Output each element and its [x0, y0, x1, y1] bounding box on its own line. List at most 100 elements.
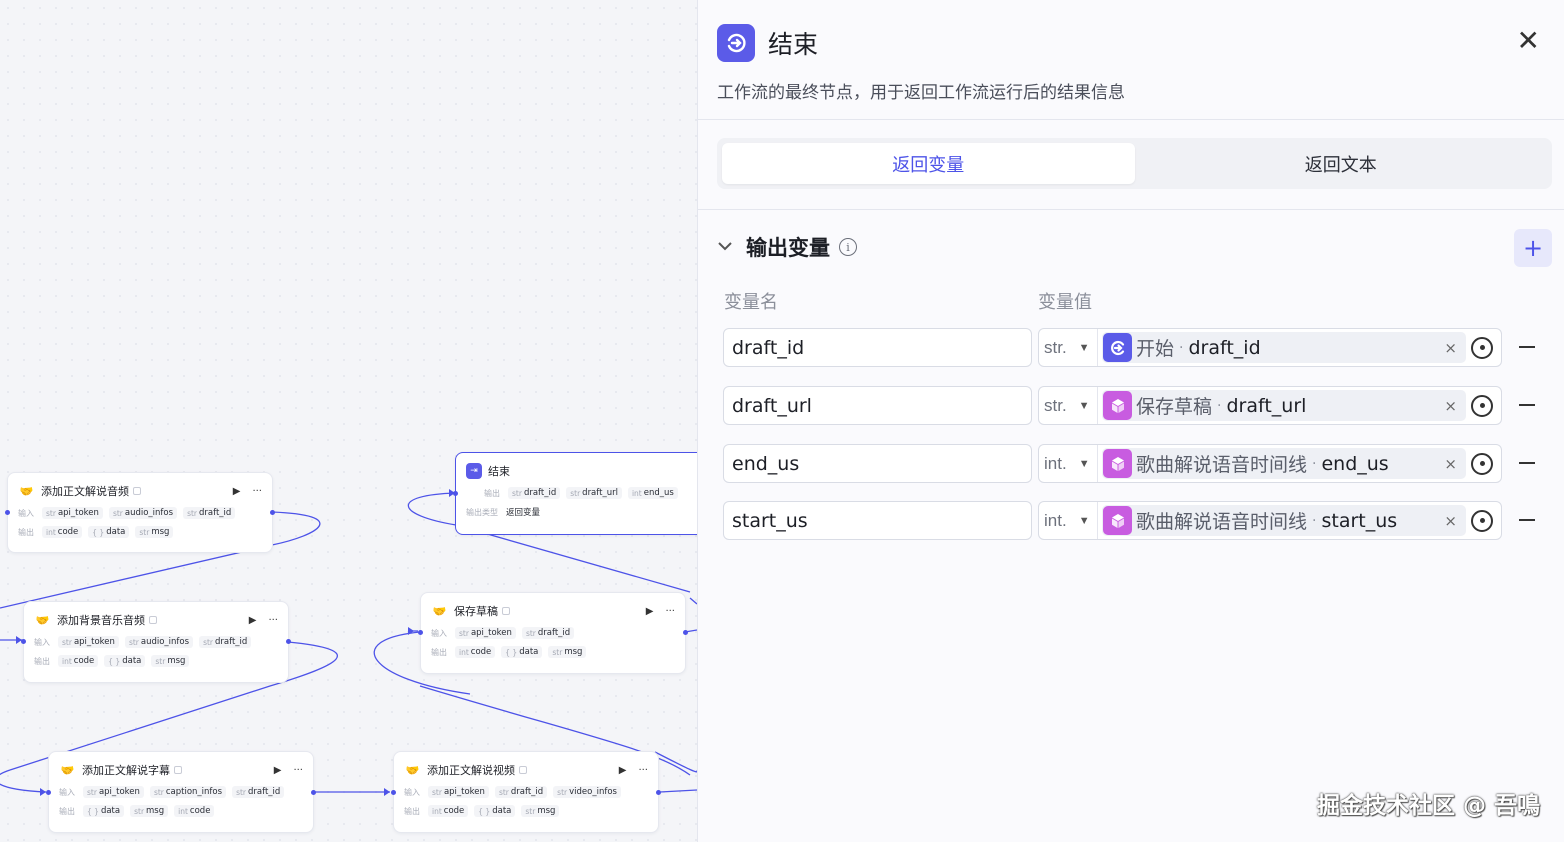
- more-icon[interactable]: ···: [252, 486, 262, 497]
- workflow-canvas[interactable]: 🤝 添加正文解说音频 ▶ ··· 输入 str api_token str audio…: [0, 0, 697, 842]
- tab-return-text[interactable]: 返回文本: [1135, 143, 1548, 184]
- output-port[interactable]: [270, 510, 275, 515]
- variable-name-input[interactable]: [723, 501, 1032, 540]
- clear-reference-icon[interactable]: ×: [1444, 455, 1457, 473]
- more-icon[interactable]: ···: [268, 615, 278, 626]
- clear-reference-icon[interactable]: ×: [1444, 339, 1457, 357]
- param-tag: str draft_id: [508, 487, 561, 499]
- workflow-node-add-narration-caption[interactable]: 🤝 添加正文解说字幕 ▶ ··· 输入 str api_token str capti…: [46, 751, 316, 833]
- output-variables-header[interactable]: 输出变量 i: [718, 232, 857, 262]
- workflow-node-add-bgm-audio[interactable]: 🤝 添加背景音乐音频 ▶ ··· 输入 str api_token str audio…: [21, 601, 291, 683]
- node-inputs: 输入 str api_token str draft_id str video_inf…: [404, 786, 648, 798]
- workflow-node-end[interactable]: ⇥ 结束 输出 str draft_id str draft_url int end_…: [453, 452, 697, 535]
- type-select[interactable]: str. ▼: [1039, 329, 1098, 366]
- input-port[interactable]: [5, 510, 10, 515]
- variable-picker-icon[interactable]: [1471, 452, 1493, 475]
- variable-reference[interactable]: 歌曲解说语音时间线 · start_us ×: [1102, 505, 1466, 536]
- param-tag: str draft_id: [183, 507, 236, 519]
- plugin-badge-icon: [502, 607, 510, 615]
- info-icon[interactable]: i: [839, 238, 857, 256]
- remove-variable-button[interactable]: [1519, 346, 1535, 348]
- handshake-icon: 🤝: [19, 484, 34, 498]
- node-inputs: 输入 str api_token str draft_id: [431, 627, 675, 639]
- input-port[interactable]: [391, 790, 396, 795]
- param-tag: str api_token: [428, 786, 489, 798]
- run-icon[interactable]: ▶: [619, 765, 627, 776]
- clear-reference-icon[interactable]: ×: [1444, 512, 1457, 530]
- node-title: 添加正文解说音频: [41, 485, 129, 498]
- variable-name-input[interactable]: [723, 444, 1032, 483]
- node-outputs: 输出 int code { } data str msg: [431, 646, 675, 658]
- variable-value-field: int. ▼ 歌曲解说语音时间线 · start_us ×: [1038, 501, 1502, 540]
- run-icon[interactable]: ▶: [233, 486, 241, 497]
- chevron-down-icon: ▼: [1078, 514, 1090, 527]
- run-icon[interactable]: ▶: [646, 606, 654, 617]
- plugin-icon: [1103, 506, 1132, 535]
- remove-variable-button[interactable]: [1519, 404, 1535, 406]
- return-mode-tabs: 返回变量 返回文本: [717, 138, 1552, 189]
- output-port[interactable]: [656, 790, 661, 795]
- clear-reference-icon[interactable]: ×: [1444, 397, 1457, 415]
- node-outputs: 输出 str draft_id str draft_url int end_us: [466, 487, 694, 499]
- remove-variable-button[interactable]: [1519, 462, 1535, 464]
- variable-picker-icon[interactable]: [1471, 509, 1493, 532]
- param-tag: str msg: [135, 526, 174, 538]
- remove-variable-button[interactable]: [1519, 519, 1535, 521]
- run-icon[interactable]: ▶: [274, 765, 282, 776]
- type-select[interactable]: int. ▼: [1039, 445, 1098, 482]
- param-tag: str draft_id: [521, 627, 575, 639]
- tab-return-variables[interactable]: 返回变量: [722, 143, 1135, 184]
- add-variable-button[interactable]: +: [1514, 229, 1552, 267]
- input-port[interactable]: [453, 491, 458, 496]
- variable-reference[interactable]: 保存草稿 · draft_url ×: [1102, 390, 1466, 421]
- divider: [698, 119, 1564, 120]
- input-port[interactable]: [46, 790, 51, 795]
- plugin-badge-icon: [519, 766, 527, 774]
- workflow-node-add-narration-video[interactable]: 🤝 添加正文解说视频 ▶ ··· 输入 str api_token str draft…: [391, 751, 661, 833]
- handshake-icon: 🤝: [432, 604, 447, 618]
- input-port[interactable]: [418, 630, 423, 635]
- variable-name-input[interactable]: [723, 328, 1032, 367]
- output-port[interactable]: [286, 639, 291, 644]
- variable-value-field: str. ▼ 开始 · draft_id ×: [1038, 328, 1502, 367]
- param-tag: str msg: [130, 805, 169, 817]
- run-icon[interactable]: ▶: [249, 615, 257, 626]
- chevron-down-icon: ▼: [1078, 457, 1090, 470]
- input-port[interactable]: [21, 639, 26, 644]
- param-tag: str api_token: [455, 627, 516, 639]
- chevron-down-icon: ▼: [1078, 399, 1090, 412]
- node-title: 添加背景音乐音频: [57, 614, 145, 627]
- chevron-down-icon[interactable]: [718, 239, 732, 255]
- more-icon[interactable]: ···: [293, 765, 303, 776]
- variable-picker-icon[interactable]: [1471, 336, 1493, 359]
- workflow-node-save-draft[interactable]: 🤝 保存草稿 ▶ ··· 输入 str api_token str draft_id …: [418, 592, 688, 674]
- node-title: 保存草稿: [454, 605, 498, 618]
- more-icon[interactable]: ···: [638, 765, 648, 776]
- param-tag: str msg: [151, 655, 190, 667]
- param-tag: str video_infos: [553, 786, 621, 798]
- output-variable-row: int.▼ 歌曲解说语音时间线 · end_us ×: [723, 444, 1535, 483]
- edge: [654, 751, 697, 773]
- param-tag: { } data: [88, 526, 130, 538]
- output-port[interactable]: [683, 630, 688, 635]
- variable-reference[interactable]: 歌曲解说语音时间线 · end_us ×: [1102, 448, 1466, 479]
- param-tag: int end_us: [627, 487, 678, 499]
- output-port[interactable]: [311, 790, 316, 795]
- plugin-badge-icon: [174, 766, 182, 774]
- node-inputs: 输入 str api_token str caption_infos str draf…: [59, 786, 303, 798]
- close-icon[interactable]: ✕: [1517, 26, 1540, 56]
- type-select[interactable]: int. ▼: [1039, 502, 1098, 539]
- plugin-icon: [1103, 449, 1132, 478]
- end-node-icon: [717, 24, 755, 62]
- plugin-icon: [1103, 391, 1132, 420]
- variable-name-input[interactable]: [723, 386, 1032, 425]
- variable-reference[interactable]: 开始 · draft_id ×: [1102, 332, 1466, 363]
- panel-description: 工作流的最终节点，用于返回工作流运行后的结果信息: [717, 83, 1125, 103]
- param-tag: str draft_id: [199, 636, 252, 648]
- type-select[interactable]: str. ▼: [1039, 387, 1098, 424]
- variable-value-field: int. ▼ 歌曲解说语音时间线 · end_us ×: [1038, 444, 1502, 483]
- more-icon[interactable]: ···: [665, 606, 675, 617]
- node-inputs: 输入 str api_token str audio_infos str draft_…: [34, 636, 278, 648]
- variable-picker-icon[interactable]: [1471, 394, 1493, 417]
- workflow-node-add-narration-audio[interactable]: 🤝 添加正文解说音频 ▶ ··· 输入 str api_token str audio…: [5, 472, 275, 553]
